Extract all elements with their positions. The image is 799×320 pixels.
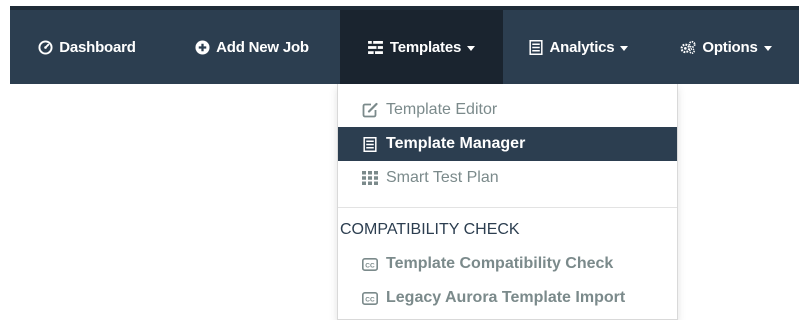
list-icon bbox=[362, 136, 378, 152]
menu-item-smart-test-plan[interactable]: Smart Test Plan bbox=[338, 161, 677, 195]
nav-dashboard[interactable]: Dashboard bbox=[10, 10, 163, 84]
nav-options[interactable]: Options bbox=[653, 10, 799, 84]
templates-dropdown-menu: Template Editor Template Manager Smart T… bbox=[337, 84, 678, 320]
menu-item-smart-test-plan-label: Smart Test Plan bbox=[386, 169, 499, 186]
main-navbar: Dashboard Add New Job Templates Analytic… bbox=[10, 6, 799, 84]
chevron-down-icon bbox=[467, 45, 476, 51]
nav-options-label: Options bbox=[702, 38, 758, 56]
menu-item-template-manager[interactable]: Template Manager bbox=[338, 127, 677, 161]
nav-add-new-job-label: Add New Job bbox=[216, 38, 309, 56]
edit-icon bbox=[362, 102, 378, 118]
nav-add-new-job[interactable]: Add New Job bbox=[163, 10, 340, 84]
nav-analytics[interactable]: Analytics bbox=[503, 10, 653, 84]
chevron-down-icon bbox=[620, 45, 629, 51]
menu-item-legacy-aurora-template-import[interactable]: CC Legacy Aurora Template Import bbox=[338, 281, 677, 315]
menu-item-template-compatibility-check-label: Template Compatibility Check bbox=[386, 255, 614, 272]
grid-icon bbox=[362, 170, 378, 186]
menu-item-template-manager-label: Template Manager bbox=[386, 135, 526, 152]
section-header-compatibility-check: COMPATIBILITY CHECK bbox=[340, 221, 520, 238]
cc-icon: CC bbox=[362, 290, 378, 306]
nav-templates-label: Templates bbox=[389, 38, 462, 56]
menu-item-template-editor[interactable]: Template Editor bbox=[338, 93, 677, 127]
nav-dashboard-label: Dashboard bbox=[59, 38, 136, 56]
svg-text:CC: CC bbox=[365, 296, 375, 303]
templates-icon bbox=[368, 39, 384, 55]
menu-divider bbox=[338, 207, 677, 208]
cc-icon: CC bbox=[362, 256, 378, 272]
nav-analytics-label: Analytics bbox=[549, 38, 615, 56]
analytics-icon bbox=[528, 39, 544, 55]
menu-item-template-compatibility-check[interactable]: CC Template Compatibility Check bbox=[338, 247, 677, 281]
nav-templates[interactable]: Templates bbox=[340, 10, 503, 84]
chevron-down-icon bbox=[763, 45, 772, 51]
menu-item-legacy-aurora-template-import-label: Legacy Aurora Template Import bbox=[386, 289, 626, 306]
svg-text:CC: CC bbox=[365, 262, 375, 269]
cogs-icon bbox=[680, 39, 696, 55]
dashboard-icon bbox=[37, 39, 53, 55]
plus-circle-icon bbox=[194, 39, 210, 55]
menu-item-template-editor-label: Template Editor bbox=[386, 101, 498, 118]
